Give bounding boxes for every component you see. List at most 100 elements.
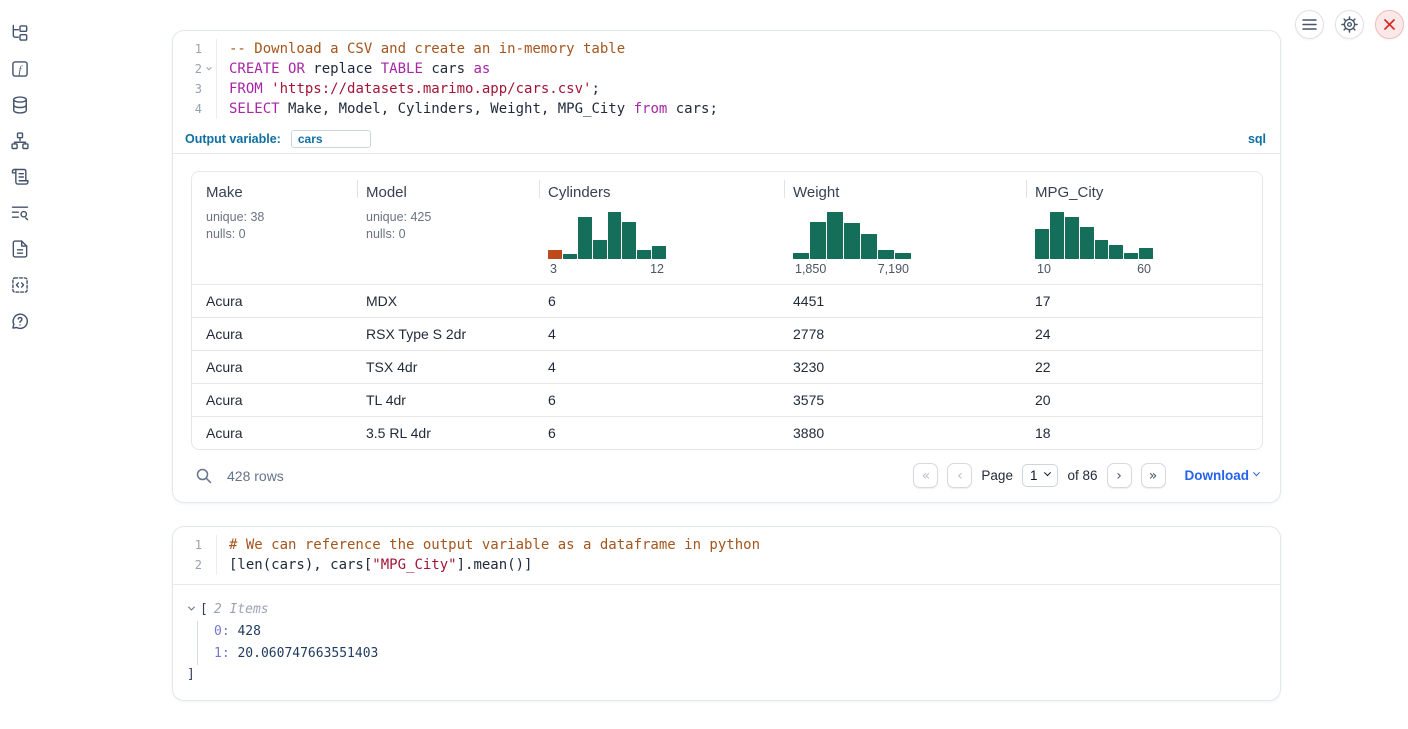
sql-editor[interactable]: 1-- Download a CSV and create an in-memo… [173,31,1280,128]
column-header-cylinders[interactable]: Cylinders 312 [540,172,785,285]
notebook-cells: 1-- Download a CSV and create an in-memo… [172,0,1281,701]
line-number: 2 [173,59,202,79]
page-select-value: 1 [1030,468,1038,483]
tree-root: [ 2 Items [187,599,1264,619]
output-variable-input[interactable] [291,130,371,148]
histogram-bar [608,212,622,260]
last-page-button[interactable]: » [1141,463,1166,488]
line-number: 1 [173,39,202,59]
collapse-chevron-icon[interactable] [188,603,195,610]
python-editor[interactable]: 1# We can reference the output variable … [173,527,1280,585]
histogram-bar [878,250,894,259]
table-cell: 6 [540,285,785,318]
close-bracket: ] [187,667,1264,682]
histogram-bar [793,253,809,259]
open-bracket: [ [200,602,208,617]
column-header-mpg_city[interactable]: MPG_City 10 60 [1027,172,1262,285]
line-number: 3 [173,79,202,99]
histogram-max-label: 7,190 [878,262,909,276]
histogram-max-label: 12 [650,262,664,276]
shutdown-button[interactable] [1375,10,1404,39]
histogram-bar [1139,248,1153,259]
settings-button[interactable] [1335,10,1364,39]
histogram-min-label: 10 [1037,262,1051,276]
search-button[interactable] [195,467,213,485]
histogram-max-label: 60 [1137,262,1151,276]
output-variable-strip: Output variable: sql [173,128,1280,154]
code-line: 1# We can reference the output variable … [173,535,1280,555]
scratchpad-scroll-icon[interactable] [9,166,31,188]
column-header-model[interactable]: Modelunique: 425nulls: 0 [358,172,540,285]
python-output: [ 2 Items 0: 4281: 20.060747663551403 ] [173,585,1280,700]
histogram-bar [1095,240,1109,259]
gear-icon [1341,16,1358,33]
pagination: « ‹ Page 1 of 86 › » Download [913,463,1259,488]
output-variable-label: Output variable: [185,132,281,146]
notebook-actions [1295,10,1404,39]
histogram-bar [652,246,666,259]
table-cell: 17 [1027,285,1262,318]
prev-page-button[interactable]: ‹ [947,463,972,488]
column-name: Cylinders [548,184,777,201]
table-cell: 4 [540,318,785,351]
table-cell: MDX [358,285,540,318]
histogram-bar [827,212,843,260]
table-cell: TL 4dr [358,384,540,417]
language-badge[interactable]: sql [1248,132,1266,146]
dependency-graph-icon[interactable] [9,130,31,152]
histogram-bar [563,254,577,259]
table-cell: 4451 [785,285,1027,318]
table-header-row: Makeunique: 38nulls: 0Modelunique: 425nu… [192,172,1262,285]
data-table: Makeunique: 38nulls: 0Modelunique: 425nu… [191,171,1263,450]
tree-entry: 0: 428 [214,621,1264,643]
table-footer: 428 rows « ‹ Page 1 of 86 › » Download [191,463,1263,488]
table-cell: 6 [540,417,785,450]
histogram-bar [593,240,607,259]
table-cell: Acura [192,384,358,417]
column-header-make[interactable]: Makeunique: 38nulls: 0 [192,172,358,285]
line-number: 1 [173,535,202,555]
help-icon[interactable] [9,310,31,332]
histogram-mpg_city: 10 60 [1035,209,1153,276]
function-square-icon[interactable]: f [9,58,31,80]
table-row: Acura3.5 RL 4dr6388018 [192,417,1262,450]
logs-search-icon[interactable] [9,202,31,224]
page-label: Page [981,468,1013,483]
sidebar: f [0,0,40,729]
column-name: MPG_City [1035,184,1254,201]
database-icon[interactable] [9,94,31,116]
table-cell: 2778 [785,318,1027,351]
table-row: AcuraTL 4dr6357520 [192,384,1262,417]
page-total-label: of 86 [1067,468,1097,483]
table-row: AcuraRSX Type S 2dr4277824 [192,318,1262,351]
table-cell: 18 [1027,417,1262,450]
file-tree-icon[interactable] [9,22,31,44]
histogram-bar [895,253,911,259]
histogram-bar [810,222,826,260]
table-cell: 24 [1027,318,1262,351]
search-icon [195,467,213,485]
menu-button[interactable] [1295,10,1324,39]
page-select[interactable]: 1 [1022,464,1059,487]
code-line: 1-- Download a CSV and create an in-memo… [173,39,1280,59]
row-count: 428 rows [227,468,284,484]
chevron-down-icon [1044,469,1051,476]
next-page-button[interactable]: › [1107,463,1132,488]
histogram-bar [548,250,562,259]
snippets-icon[interactable] [9,274,31,296]
histogram-bar [1080,227,1094,260]
fold-chevron-icon[interactable] [206,65,212,71]
column-name: Model [366,184,532,201]
documentation-icon[interactable] [9,238,31,260]
table-cell: Acura [192,285,358,318]
download-button[interactable]: Download [1185,468,1260,483]
first-page-button[interactable]: « [913,463,938,488]
histogram-cylinders: 312 [548,209,666,276]
table-cell: 3575 [785,384,1027,417]
line-number: 2 [173,555,202,575]
column-header-weight[interactable]: Weight1,8507,190 [785,172,1027,285]
histogram-bar [1124,253,1138,259]
tree-entry: 1: 20.060747663551403 [214,643,1264,665]
download-label: Download [1185,468,1250,483]
column-stat: unique: 425 [366,209,532,226]
